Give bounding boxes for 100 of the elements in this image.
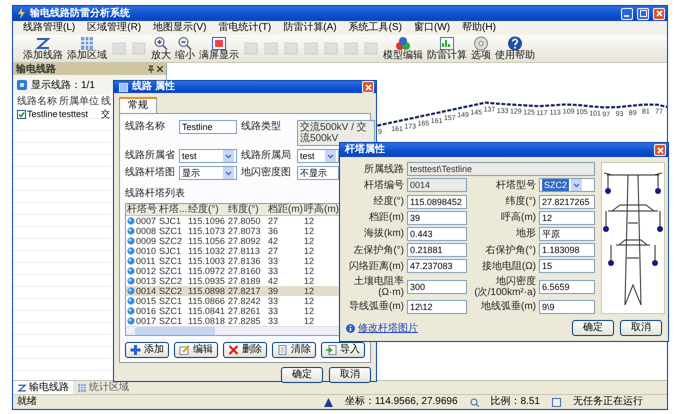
- toolbar-button[interactable]: 缩小: [173, 36, 197, 61]
- pin-icon[interactable]: [148, 65, 154, 73]
- column-header[interactable]: 经度(°): [187, 204, 227, 215]
- text-field[interactable]: 不显示: [297, 166, 339, 180]
- text-field[interactable]: testtest\Testline: [407, 162, 595, 176]
- dialog-button[interactable]: 取消: [620, 320, 662, 336]
- text-field[interactable]: Testline: [179, 120, 237, 134]
- text-field[interactable]: 300: [407, 280, 467, 294]
- table-cell-text: 12: [303, 276, 316, 286]
- delete-button[interactable]: 删除: [223, 342, 267, 358]
- text-field[interactable]: 115.0898452: [407, 194, 467, 209]
- toolbar-button[interactable]: 选项: [469, 36, 493, 61]
- menu-item[interactable]: 窗口(W): [414, 22, 450, 34]
- text-field[interactable]: 47.237083: [407, 259, 467, 274]
- minimize-button[interactable]: [621, 8, 633, 20]
- delete-icon: [228, 345, 239, 355]
- table-cell-text: 115.0972: [187, 266, 226, 276]
- field-label: 杆塔编号: [363, 180, 404, 191]
- field-label: 土壤电阻率(Ω·m): [353, 276, 404, 298]
- table-cell-text: 27.8261: [227, 306, 262, 316]
- tower-row[interactable]: 0012 SZC1 115.0972 27.8160 33 12: [126, 266, 339, 276]
- column-header[interactable]: 线路名称: [17, 95, 59, 108]
- tower-row[interactable]: 0007 SJC1 115.1096 27.8050 27 12: [126, 216, 339, 226]
- tower-row[interactable]: 0017 SZC1 115.0818 27.8285 33 12: [126, 316, 339, 326]
- checkbox[interactable]: [17, 110, 26, 118]
- panel-tab[interactable]: 输电线路: [13, 381, 73, 394]
- menu-item[interactable]: 系统工具(S): [348, 22, 402, 34]
- toolbar-icon: [263, 41, 279, 56]
- menu-item[interactable]: 地图显示(V): [153, 22, 206, 34]
- add-button[interactable]: 添加: [125, 342, 169, 358]
- ball-icon: [127, 267, 135, 275]
- edit-button[interactable]: 编辑: [174, 342, 218, 358]
- menu-item[interactable]: 防雷计算(A): [283, 22, 337, 34]
- text-field[interactable]: 6.5659: [539, 280, 595, 294]
- menu-item[interactable]: 线路管理(L): [23, 22, 76, 34]
- tower-row[interactable]: 0015 SZC1 115.0866 27.8242 33 12: [126, 296, 339, 306]
- text-field[interactable]: 1.183098: [539, 243, 595, 258]
- dialog-button[interactable]: 取消: [329, 367, 371, 383]
- column-header[interactable]: 杆塔号: [126, 204, 158, 215]
- dialog-button[interactable]: 确定: [572, 320, 614, 336]
- tower-row[interactable]: 0016 SZC1 115.0841 27.8261 33 12: [126, 306, 339, 316]
- column-header[interactable]: 档距(m): [267, 204, 303, 215]
- table-cell-text: 33: [267, 296, 280, 306]
- toolbar-button[interactable]: 添加区域: [65, 36, 109, 61]
- text-field[interactable]: 0014: [407, 178, 467, 192]
- text-field[interactable]: 平原: [539, 226, 595, 241]
- toolbar-button[interactable]: 模型编辑: [381, 36, 425, 61]
- dropdown-field[interactable]: test: [179, 149, 237, 163]
- panel-tab[interactable]: 统计区域: [73, 381, 133, 394]
- clear-button[interactable]: 清除: [272, 342, 316, 358]
- dialog-tab[interactable]: 常规: [119, 97, 157, 113]
- tower-row[interactable]: 0010 SJC1 115.1032 27.8113 27 12: [126, 246, 339, 256]
- zigzag-line-icon: [17, 382, 27, 392]
- close-icon[interactable]: [157, 66, 163, 72]
- ball-icon: [127, 297, 135, 305]
- text-field[interactable]: 12: [539, 210, 595, 225]
- tower-row[interactable]: 0011 SZC1 115.1003 27.8136 33 12: [126, 256, 339, 266]
- field-label: 地形: [515, 228, 536, 240]
- field-label: 档距(m): [368, 212, 404, 224]
- tower-row[interactable]: 0009 SZC2 115.1056 27.8092 42 12: [126, 236, 339, 246]
- column-header[interactable]: 所属单位: [59, 95, 101, 108]
- text-field[interactable]: 27.8217265: [539, 194, 595, 209]
- table-cell: 0015: [136, 296, 156, 306]
- dropdown-field[interactable]: test: [297, 149, 339, 163]
- tower-row[interactable]: 0014 SZC2 115.0898 27.8217 39 12: [126, 286, 339, 296]
- image-link[interactable]: 修改杆塔图片: [346, 321, 566, 335]
- text-field[interactable]: 39: [407, 210, 467, 225]
- column-header[interactable]: 杆塔...: [158, 204, 187, 215]
- table-cell-text: SZC2: [158, 276, 184, 286]
- toolbar-button[interactable]: 满屏显示: [197, 36, 241, 61]
- text-field[interactable]: 0.443: [407, 226, 467, 241]
- tower-row[interactable]: 0013 SZC2 115.0935 27.8189 42 12: [126, 276, 339, 286]
- toolbar-button[interactable]: 添加线路: [21, 36, 65, 61]
- dropdown-field[interactable]: SZC2: [539, 178, 595, 192]
- column-header[interactable]: 纬度(°): [227, 204, 267, 215]
- square-icon[interactable]: [17, 80, 27, 90]
- text-field[interactable]: 0.21881: [407, 243, 467, 258]
- text-field[interactable]: 15: [539, 259, 595, 274]
- toolbar-button[interactable]: 使用帮助: [493, 36, 537, 61]
- import-button[interactable]: 导入: [321, 342, 365, 358]
- line-count: 显示线路：1/1: [31, 80, 95, 90]
- menu-item[interactable]: 区域管理(R): [87, 22, 142, 34]
- column-header[interactable]: 呼高(m): [303, 204, 339, 215]
- close-button[interactable]: [654, 144, 666, 156]
- maximize-button[interactable]: [637, 8, 649, 20]
- toolbar-button[interactable]: 放大: [149, 36, 173, 61]
- dialog-button[interactable]: 确定: [281, 367, 323, 383]
- menu-item[interactable]: 雷电统计(T): [218, 22, 272, 34]
- text-field[interactable]: 9\9: [539, 300, 595, 314]
- toolbar-button[interactable]: 防雷计算: [425, 36, 469, 61]
- close-button[interactable]: [653, 8, 665, 20]
- dropdown-field[interactable]: 显示: [179, 166, 237, 180]
- menu-item[interactable]: 帮助(H): [462, 22, 496, 34]
- table-cell-text: 115.1096: [187, 216, 226, 226]
- close-button[interactable]: [362, 81, 374, 93]
- table-cell-text: SZC1: [158, 256, 184, 266]
- text-field[interactable]: 12\12: [407, 300, 467, 314]
- task-icon: [552, 398, 561, 406]
- tower-row[interactable]: 0008 SZC1 115.1073 27.8073 36 12: [126, 226, 339, 236]
- table-cell-text: 33: [267, 316, 280, 326]
